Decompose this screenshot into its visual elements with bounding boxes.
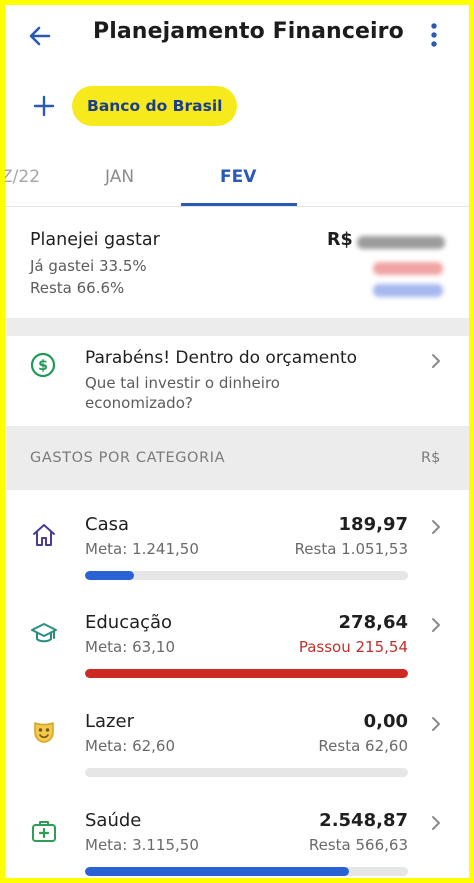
categories-header-title: GASTOS POR CATEGORIA (30, 450, 226, 466)
categories-header: GASTOS POR CATEGORIA R$ (5, 426, 469, 490)
account-chips: Banco do Brasil (5, 83, 469, 133)
category-row-educacao[interactable]: Educação Meta: 63,10 278,64 Passou 215,5… (5, 610, 469, 708)
chevron-right-icon (429, 351, 443, 371)
category-name: Casa (85, 514, 130, 535)
summary-title: Planejei gastar (30, 230, 160, 250)
house-icon (30, 521, 58, 549)
category-progress-fill (85, 669, 408, 678)
category-spent: 0,00 (363, 711, 408, 732)
first-aid-kit-icon (30, 817, 58, 845)
app-bar: Planejamento Financeiro (5, 5, 469, 65)
category-row-saude[interactable]: Saúde Meta: 3.115,50 2.548,87 Resta 566,… (5, 808, 469, 878)
category-status: Resta 62,60 (318, 737, 408, 755)
app-screen: Planejamento Financeiro Banco do Brasil … (5, 5, 469, 878)
budget-status-card[interactable]: $ Parabéns! Dentro do orçamento Que tal … (5, 336, 469, 426)
category-name: Educação (85, 612, 173, 633)
tabs-divider (5, 206, 469, 207)
category-row-casa[interactable]: Casa Meta: 1.241,50 189,97 Resta 1.051,5… (5, 512, 469, 610)
chevron-right-icon (429, 615, 443, 635)
budget-summary[interactable]: Planejei gastar Já gastei 33.5% Resta 66… (5, 210, 469, 318)
category-progress-bar (85, 867, 408, 876)
section-divider (5, 318, 469, 336)
category-spent: 278,64 (338, 612, 408, 633)
chevron-right-icon (429, 813, 443, 833)
spent-percentage: Já gastei 33.5% (30, 257, 147, 275)
categories-header-currency: R$ (421, 450, 441, 466)
add-account-plus-icon[interactable] (31, 93, 57, 119)
redacted-planned-amount (357, 236, 445, 249)
theater-mask-icon (30, 718, 58, 746)
graduation-cap-icon (30, 619, 58, 647)
category-goal: Meta: 3.115,50 (85, 836, 199, 854)
category-status: Resta 1.051,53 (294, 540, 408, 558)
redacted-spent-amount (373, 262, 443, 275)
category-status: Resta 566,63 (308, 836, 408, 854)
budget-status-subtitle: Que tal investir o dinheiro economizado? (85, 374, 280, 412)
dollar-circle-icon: $ (30, 352, 56, 378)
category-progress-bar (85, 768, 408, 777)
category-progress-fill (85, 867, 350, 876)
category-name: Saúde (85, 810, 142, 831)
chevron-right-icon (429, 714, 443, 734)
category-row-lazer[interactable]: Lazer Meta: 62,60 0,00 Resta 62,60 (5, 709, 469, 807)
remaining-percentage: Resta 66.6% (30, 279, 125, 297)
category-spent: 189,97 (338, 514, 408, 535)
back-arrow-icon[interactable] (25, 21, 55, 51)
page-title: Planejamento Financeiro (93, 19, 404, 44)
month-tabs: Z/22 JAN FEV (5, 155, 469, 207)
tab-fev[interactable]: FEV (220, 167, 256, 187)
tab-jan[interactable]: JAN (105, 167, 134, 187)
category-status: Passou 215,54 (298, 638, 408, 656)
category-spent: 2.548,87 (319, 810, 408, 831)
category-progress-bar (85, 571, 408, 580)
category-goal: Meta: 63,10 (85, 638, 176, 656)
category-progress-bar (85, 669, 408, 678)
category-name: Lazer (85, 711, 134, 732)
redacted-remaining-amount (373, 284, 443, 297)
svg-text:$: $ (38, 358, 48, 374)
account-chip-selected[interactable]: Banco do Brasil (72, 86, 238, 126)
category-progress-fill (85, 571, 135, 580)
category-goal: Meta: 62,60 (85, 737, 176, 755)
chevron-right-icon (429, 517, 443, 537)
tab-previous-month[interactable]: Z/22 (5, 167, 40, 187)
budget-status-title: Parabéns! Dentro do orçamento (85, 348, 358, 368)
category-goal: Meta: 1.241,50 (85, 540, 199, 558)
more-options-icon[interactable] (423, 19, 445, 51)
summary-currency: R$ (327, 230, 353, 250)
